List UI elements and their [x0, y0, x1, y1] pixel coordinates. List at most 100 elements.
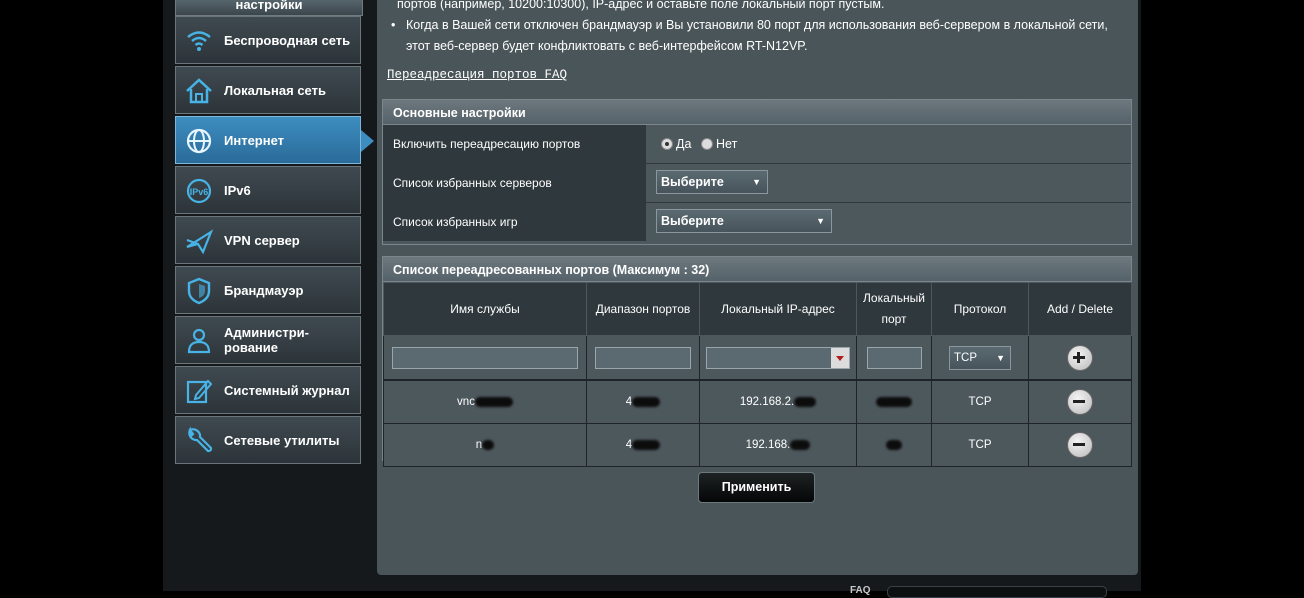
redaction-blur [632, 396, 661, 407]
local-port-input[interactable] [866, 346, 922, 369]
ipv6-icon: IPv6 [186, 178, 212, 204]
radio-no[interactable]: Нет [701, 137, 737, 151]
sidebar-item-wireless[interactable]: Беспроводная сеть [175, 16, 361, 64]
apply-button[interactable]: Применить [698, 472, 815, 503]
sidebar-item-label: IPv6 [224, 182, 251, 198]
port-range-cell: 4 [586, 423, 700, 467]
chevron-down-icon: ▼ [816, 216, 825, 226]
sidebar-item-label: Брандмауэр [224, 282, 304, 298]
home-icon [186, 78, 212, 104]
radio-no-label: Нет [716, 137, 738, 151]
service-name: vnc [457, 396, 475, 408]
column-header: Add / Delete [1028, 282, 1132, 336]
footer-search-input[interactable] [887, 586, 1107, 598]
protocol-cell: TCP [931, 379, 1029, 424]
radio-yes-label: Да [676, 137, 692, 151]
row-label: Включить переадресацию портов [383, 125, 646, 163]
chevron-down-icon: ▼ [996, 352, 1005, 363]
column-header: Локальный порт [856, 282, 932, 336]
radio-no-circle[interactable] [701, 138, 713, 150]
table-header-row: Имя службы Диапазон портов Локальный IP-… [383, 282, 1132, 336]
log-edit-icon [186, 379, 213, 404]
table-row: n 4 192.168. TCP [383, 423, 1132, 467]
new-rule-row: TCP ▼ [383, 335, 1132, 381]
local-ip-input[interactable] [706, 346, 850, 369]
radio-yes[interactable]: Да [661, 137, 691, 151]
sidebar-item-network-tools[interactable]: Сетевые утилиты [175, 416, 361, 464]
port-list-section: Список переадресованных портов (Максимум… [382, 256, 1132, 467]
sidebar-item-vpn-server[interactable]: VPN сервер [175, 216, 361, 264]
redaction-blur [886, 439, 902, 450]
favorite-games-row: Список избранных игр Выберите ▼ [383, 203, 1131, 242]
port-range-input[interactable] [595, 346, 691, 369]
row-label: Список избранных серверов [383, 164, 646, 202]
wifi-icon [187, 31, 211, 51]
favorite-servers-select[interactable]: Выберите ▼ [656, 170, 768, 194]
redaction-blur [482, 439, 495, 450]
redaction-blur [790, 439, 811, 450]
redaction-blur [876, 396, 912, 407]
add-rule-button[interactable] [1067, 344, 1093, 371]
redaction-blur [794, 396, 817, 407]
port-forwarding-table: Имя службы Диапазон портов Локальный IP-… [383, 282, 1132, 467]
local-ip-cell: 192.168. [699, 423, 857, 467]
minus-icon [1073, 400, 1085, 403]
sidebar-item-label: Сетевые утилиты [224, 432, 340, 448]
sidebar-item-internet[interactable]: Интернет [175, 116, 374, 164]
help-bullet-text: Когда в Вашей сети отключен брандмауэр и… [406, 18, 1108, 53]
redaction-blur [474, 396, 513, 407]
sidebar-item-firewall[interactable]: Брандмауэр [175, 266, 361, 314]
sidebar-item-label: Локальная сеть [224, 82, 326, 98]
sidebar-item-label: VPN сервер [224, 232, 300, 248]
row-label: Список избранных игр [383, 203, 646, 241]
cell [1028, 379, 1132, 424]
wrench-icon [188, 426, 213, 453]
svg-text:IPv6: IPv6 [190, 187, 209, 197]
help-text: портов (например, 10200:10300), IP-адрес… [387, 0, 1127, 57]
sidebar-section-title: настройки [175, 0, 363, 16]
globe-icon [186, 128, 212, 154]
chevron-down-icon: ▼ [752, 177, 761, 187]
local-ip: 192.168. [745, 439, 791, 451]
active-indicator-arrow [361, 130, 374, 152]
plus-icon-stroke [1077, 351, 1080, 363]
ip-dropdown-button[interactable] [831, 347, 849, 368]
cell: TCP ▼ [931, 335, 1029, 381]
favorite-games-select[interactable]: Выберите ▼ [656, 209, 832, 233]
delete-rule-button[interactable] [1067, 389, 1093, 415]
vpn-icon [186, 229, 214, 255]
help-text-line: портов (например, 10200:10300), IP-адрес… [397, 0, 885, 11]
select-value: Выберите [661, 175, 724, 189]
local-port-cell [856, 423, 932, 467]
sidebar-item-system-log[interactable]: Системный журнал [175, 366, 361, 414]
port-forwarding-faq-link[interactable]: Переадресация портов FAQ [387, 68, 567, 82]
section-title: Список переадресованных портов (Максимум… [383, 257, 1131, 282]
service-name-cell: vnc [383, 379, 587, 424]
favorite-servers-row: Список избранных серверов Выберите ▼ [383, 164, 1131, 203]
sidebar-item-ipv6[interactable]: IPv6 IPv6 [175, 166, 361, 214]
port-range-cell: 4 [586, 379, 700, 424]
main-panel: портов (например, 10200:10300), IP-адрес… [377, 0, 1138, 575]
row-value: Да Нет [646, 125, 1131, 163]
sidebar-item-lan[interactable]: Локальная сеть [175, 66, 361, 114]
sidebar-item-administration[interactable]: Администри-рование [175, 316, 361, 364]
bullet-dot: • [391, 18, 396, 32]
protocol-select[interactable]: TCP ▼ [949, 345, 1011, 370]
sidebar-item-label: Системный журнал [224, 382, 350, 398]
basic-config-section: Основные настройки Включить переадресаци… [382, 99, 1132, 245]
minus-icon [1073, 443, 1085, 446]
select-value: TCP [954, 351, 977, 364]
column-header: Диапазон портов [586, 282, 700, 336]
row-value: Выберите ▼ [646, 164, 1131, 202]
redaction-blur [632, 439, 661, 450]
service-name-cell: n [383, 423, 587, 467]
shield-icon [187, 277, 211, 305]
section-title: Основные настройки [383, 100, 1131, 125]
service-name-input[interactable] [392, 346, 578, 369]
local-port-cell [856, 379, 932, 424]
sidebar: настройки Беспроводная сеть Локальная се… [175, 0, 374, 464]
radio-yes-circle[interactable] [661, 138, 673, 150]
table-row: vnc 4 192.168.2. TCP [383, 379, 1132, 424]
delete-rule-button[interactable] [1067, 432, 1093, 458]
sidebar-item-label: Беспроводная сеть [224, 32, 351, 48]
